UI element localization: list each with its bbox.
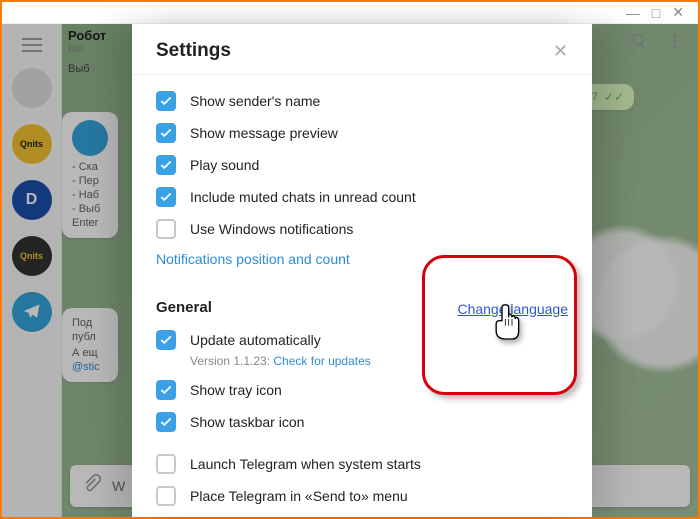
- checkbox-unchecked-icon[interactable]: [156, 454, 176, 474]
- option-show-preview[interactable]: Show message preview: [156, 117, 568, 149]
- option-use-windows-notifications[interactable]: Use Windows notifications: [156, 213, 568, 245]
- option-send-to[interactable]: Place Telegram in «Send to» menu: [156, 480, 568, 512]
- checkbox-checked-icon[interactable]: [156, 380, 176, 400]
- settings-panel: Settings ✕ Show sender's name Show messa…: [132, 24, 592, 517]
- change-language-link[interactable]: Change language: [457, 301, 568, 317]
- checkbox-unchecked-icon[interactable]: [156, 486, 176, 506]
- minimize-button[interactable]: —: [626, 5, 640, 21]
- option-include-muted[interactable]: Include muted chats in unread count: [156, 181, 568, 213]
- checkbox-checked-icon[interactable]: [156, 187, 176, 207]
- notifications-position-link[interactable]: Notifications position and count: [156, 251, 350, 267]
- close-window-button[interactable]: ✕: [672, 4, 684, 21]
- option-show-sender[interactable]: Show sender's name: [156, 85, 568, 117]
- option-show-taskbar[interactable]: Show taskbar icon: [156, 406, 568, 438]
- app-window: — □ ✕ Qnits D Qnits Робот bot Выб: [0, 0, 700, 519]
- notifications-position-link-row: Notifications position and count: [156, 245, 568, 283]
- option-update-automatically[interactable]: Update automatically: [156, 324, 568, 356]
- option-play-sound[interactable]: Play sound: [156, 149, 568, 181]
- checkbox-checked-icon[interactable]: [156, 123, 176, 143]
- option-show-tray[interactable]: Show tray icon: [156, 374, 568, 406]
- settings-title: Settings: [156, 40, 231, 62]
- settings-header: Settings ✕: [132, 24, 592, 75]
- checkbox-unchecked-icon[interactable]: [156, 219, 176, 239]
- checkbox-checked-icon[interactable]: [156, 91, 176, 111]
- checkbox-checked-icon[interactable]: [156, 412, 176, 432]
- section-general-title: General: [156, 283, 212, 324]
- check-updates-link[interactable]: Check for updates: [273, 354, 370, 368]
- checkbox-checked-icon[interactable]: [156, 330, 176, 350]
- close-settings-button[interactable]: ✕: [553, 41, 568, 62]
- titlebar: — □ ✕: [2, 2, 698, 24]
- maximize-button[interactable]: □: [652, 5, 660, 21]
- settings-body[interactable]: Show sender's name Show message preview …: [132, 75, 592, 517]
- checkbox-checked-icon[interactable]: [156, 155, 176, 175]
- version-row: Version 1.1.23: Check for updates: [156, 354, 568, 368]
- option-launch-startup[interactable]: Launch Telegram when system starts: [156, 448, 568, 480]
